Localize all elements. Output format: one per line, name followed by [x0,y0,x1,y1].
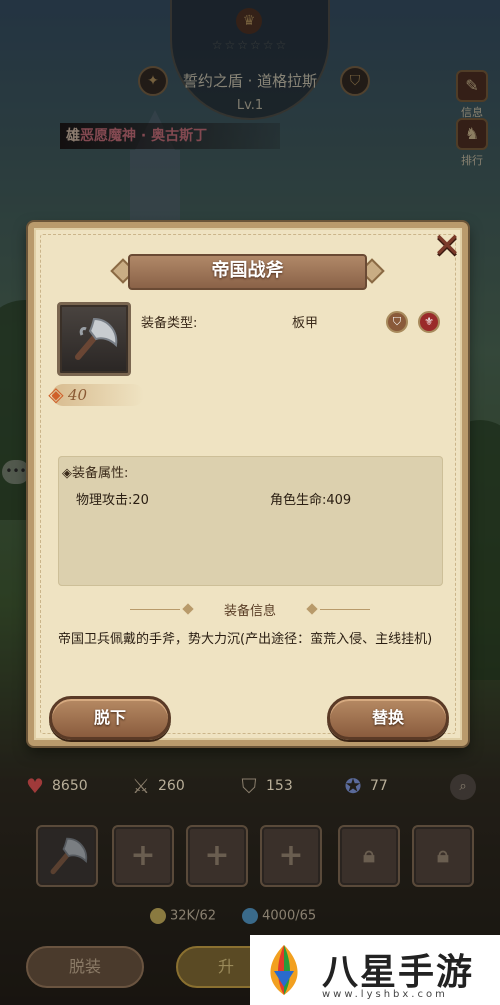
equip-slot-locked-1[interactable]: 🔒︎ [338,825,400,887]
equip-slot-locked-2[interactable]: 🔒︎ [412,825,474,887]
equipment-type-label: 装备类型: [141,316,198,331]
stat-magic-defense-value: 77 [370,778,388,794]
stat-defense-value: 153 [266,778,293,794]
gold-coin-icon [150,908,166,924]
magic-shield-icon: ✪ [344,774,362,798]
equip-slot-4[interactable]: + [260,825,322,887]
upgrade-cost-row: 32K/62 4000/65 [150,908,316,924]
equipment-description: 帝国卫兵佩戴的手斧，势大力沉(产出途径：蛮荒入侵、主线挂机) [58,632,433,647]
equip-slot-2[interactable]: + [112,825,174,887]
shield-icon: ⛉ [241,774,257,798]
lock-icon: 🔒︎ [363,843,375,868]
hero-stats-row: ♥ 8650 ⚔ 260 ⛉ 153 ✪ 77 [0,768,500,804]
lock-icon: 🔒︎ [437,843,449,868]
close-button[interactable]: ✕ [428,229,466,267]
axe-item-icon [57,302,131,376]
axe-slot-icon [50,837,88,875]
stat-magic-defense: ✪ 77 [340,768,388,804]
stat-defense: ⛉ 153 [236,768,293,804]
attributes-title: ◈装备属性: [62,466,129,481]
stat-hp-value: 8650 [52,778,88,794]
equipment-info-header: 装备信息 [223,604,276,619]
exp-potion-icon [242,908,259,924]
sword-icon: ⚔ [132,774,150,798]
stat-attack-value: 260 [158,778,185,794]
attribute-physical-attack: 物理攻击:20 [76,493,149,508]
divider-line-right [320,609,370,610]
search-icon[interactable]: ⌕ [450,774,476,800]
unequip-button[interactable]: 脱下 [49,696,171,740]
attribute-hero-hp: 角色生命:409 [270,493,352,508]
unequip-all-button[interactable]: 脱装 [26,946,144,988]
fleur-class-icon: ⚜ [418,311,440,333]
power-value: 40 [68,386,88,404]
equip-slot-3[interactable]: + [186,825,248,887]
heart-icon: ♥ [26,774,44,798]
equip-slot-weapon[interactable] [36,825,98,887]
stat-hp: ♥ 8650 [22,768,88,804]
dialog-title-banner: 帝国战斧 [110,254,385,290]
gold-cost: 32K/62 [170,908,216,924]
stat-attack: ⚔ 260 [128,768,185,804]
site-watermark: 八星手游网 www.lyshbx.com [250,935,500,1005]
shield-class-icon: ⛉ [386,311,408,333]
exp-cost: 4000/65 [262,908,317,924]
replace-button[interactable]: 替换 [327,696,449,740]
dialog-title: 帝国战斧 [211,260,284,281]
equipment-type-value: 板甲 [292,316,319,331]
axe-icon [75,317,118,360]
power-icon: ◈ [48,382,64,406]
watermark-url: www.lyshbx.com [322,989,448,1000]
watermark-logo-icon [270,945,298,995]
